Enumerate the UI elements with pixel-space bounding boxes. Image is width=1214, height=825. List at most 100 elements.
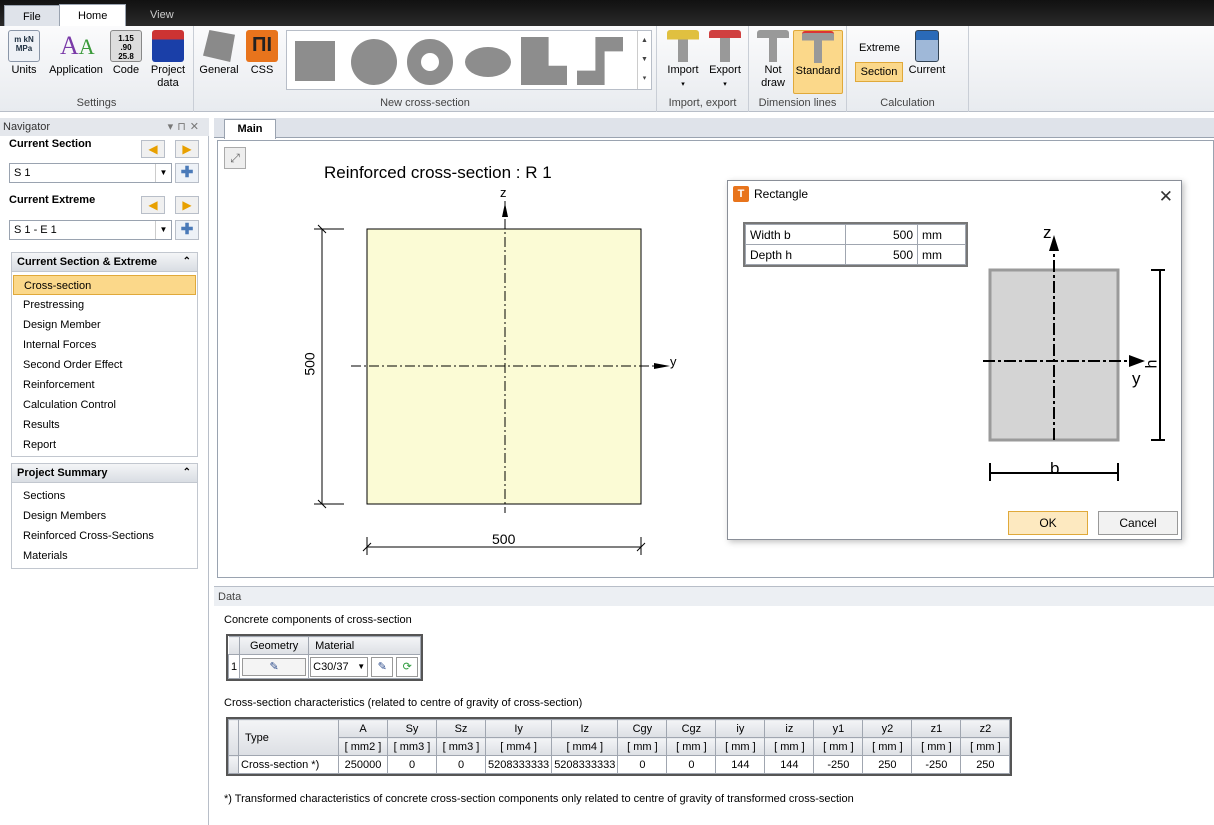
ok-button[interactable]: OK	[1008, 511, 1088, 535]
css-button[interactable]: ΠΙ CSS	[244, 30, 280, 77]
chevron-down-icon[interactable]: ▼	[155, 164, 171, 182]
rectangle-shape-icon[interactable]	[295, 41, 335, 81]
collapse-icon[interactable]: ⌃	[183, 253, 191, 271]
cell: 0	[436, 755, 486, 774]
nav-item-sections[interactable]: Sections	[13, 486, 196, 506]
standard-button[interactable]: Standard	[793, 30, 843, 94]
nav-item-internal-forces[interactable]: Internal Forces	[13, 335, 196, 355]
settings-group: m kN MPa Units AA Application 1.15.90 25.8…	[0, 26, 194, 112]
cell: 5208333333	[551, 755, 619, 774]
table-row[interactable]: Cross-section *) 250000 0 0 5208333333 5…	[228, 755, 1011, 774]
nav-item-second-order-effect[interactable]: Second Order Effect	[13, 355, 196, 375]
l-shape-icon[interactable]	[521, 37, 567, 85]
col-unit: [ mm ]	[862, 737, 913, 756]
cancel-button[interactable]: Cancel	[1098, 511, 1178, 535]
col-unit: [ mm ]	[813, 737, 864, 756]
diagram-h-label: h	[1143, 359, 1161, 369]
current-button[interactable]: Current	[907, 30, 947, 77]
refresh-icon[interactable]: ⟳	[396, 656, 419, 677]
export-button[interactable]: Export ▾	[705, 30, 745, 91]
application-button[interactable]: AA Application	[46, 30, 106, 77]
characteristics-grid: Type A Sy Sz Iy Iz Cgy Cgz iy iz y1 y2 z…	[226, 717, 1013, 776]
cell: 5208333333	[484, 755, 553, 774]
tab-main[interactable]: Main	[224, 119, 276, 139]
project-data-button[interactable]: Project data	[146, 30, 190, 90]
import-label: Import	[667, 64, 699, 76]
edit-geometry-button[interactable]: ✎	[239, 654, 310, 679]
import-button[interactable]: Import ▾	[663, 30, 703, 91]
nav-item-design-member[interactable]: Design Member	[13, 315, 196, 335]
main-tab-strip	[214, 118, 1214, 138]
close-icon[interactable]: ✕	[1159, 184, 1173, 210]
application-label: Application	[49, 64, 103, 76]
cell: 0	[666, 755, 717, 774]
col-header: Iy	[484, 719, 553, 738]
extreme-label: Extreme	[859, 42, 900, 54]
prev-section-button[interactable]: ◀	[141, 140, 165, 158]
settings-group-label: Settings	[76, 97, 117, 109]
nav-item-design-members[interactable]: Design Members	[13, 506, 196, 526]
panel-project-summary-header[interactable]: Project Summary ⌃	[11, 463, 198, 483]
tab-home[interactable]: Home	[59, 4, 127, 26]
prev-extreme-button[interactable]: ◀	[141, 196, 165, 214]
current-extreme-select[interactable]: S 1 - E 1 ▼	[9, 220, 172, 240]
depth-input[interactable]: 500	[845, 244, 918, 265]
panel-current-section-extreme-body: Cross-section Prestressing Design Member…	[11, 272, 198, 457]
y-axis-label: y	[670, 354, 677, 369]
width-input[interactable]: 500	[845, 224, 918, 245]
next-section-button[interactable]: ▶	[175, 140, 199, 158]
next-extreme-button[interactable]: ▶	[175, 196, 199, 214]
dimensions-grid: Width b 500 mm Depth h 500 mm	[743, 222, 968, 267]
nav-item-report[interactable]: Report	[13, 435, 196, 455]
nav-item-materials[interactable]: Materials	[13, 546, 196, 566]
diagram-z-label: z	[1043, 223, 1052, 242]
nav-item-calculation-control[interactable]: Calculation Control	[13, 395, 196, 415]
shape-gallery: ▲ ▼ ▾	[286, 30, 652, 90]
nav-item-results[interactable]: Results	[13, 415, 196, 435]
col-unit: [ mm4 ]	[484, 737, 553, 756]
col-header: Sy	[387, 719, 437, 738]
col-header: Iz	[551, 719, 619, 738]
pencil-icon[interactable]: ✎	[242, 657, 307, 676]
concrete-components-title: Concrete components of cross-section	[224, 614, 412, 626]
nav-item-prestressing[interactable]: Prestressing	[13, 295, 196, 315]
height-dimension-label: 500	[301, 352, 318, 376]
edit-material-button[interactable]: ✎	[371, 656, 394, 677]
code-label: Code	[112, 64, 140, 76]
general-button[interactable]: General	[198, 30, 240, 77]
col-unit: [ mm ]	[715, 737, 766, 756]
nav-item-reinforcement[interactable]: Reinforcement	[13, 375, 196, 395]
chevron-down-icon[interactable]: ▼	[155, 221, 171, 239]
ellipse-shape-icon[interactable]	[465, 47, 511, 77]
tab-file[interactable]: File	[4, 5, 60, 27]
tab-view[interactable]: View	[132, 4, 192, 26]
data-panel-header: Data	[214, 586, 1214, 606]
code-button[interactable]: 1.15.90 25.8 Code	[108, 30, 144, 77]
pin-close-icons[interactable]: ▾⊓✕	[168, 118, 203, 136]
add-section-button[interactable]: ✚	[175, 163, 199, 183]
gallery-scroll[interactable]: ▲ ▼ ▾	[637, 31, 651, 89]
current-section-select[interactable]: S 1 ▼	[9, 163, 172, 183]
dimension-lines-group-label: Dimension lines	[758, 97, 837, 109]
not-draw-button[interactable]: Not draw	[755, 30, 791, 90]
nav-item-cross-section[interactable]: Cross-section	[13, 275, 196, 295]
dialog-title-bar: T Rectangle ✕	[728, 181, 1181, 207]
material-select[interactable]: C30/37 ▼	[310, 656, 369, 677]
collapse-icon[interactable]: ⌃	[183, 464, 191, 482]
z-shape-icon[interactable]	[577, 37, 623, 85]
material-cell: C30/37 ▼ ✎ ⟳	[308, 654, 422, 679]
width-dimension-label: 500	[492, 531, 516, 547]
col-header: A	[338, 719, 388, 738]
add-extreme-button[interactable]: ✚	[175, 220, 199, 240]
nav-item-reinforced-cross-sections[interactable]: Reinforced Cross-Sections	[13, 526, 196, 546]
navigator-panel: Navigator ▾⊓✕ Current Section ◀ ▶ S 1 ▼ …	[0, 118, 209, 825]
width-label: Width b	[745, 224, 846, 245]
section-button[interactable]: Section	[855, 62, 903, 82]
css-label: CSS	[250, 64, 274, 76]
panel-current-section-extreme-header[interactable]: Current Section & Extreme ⌃	[11, 252, 198, 272]
circle-shape-icon[interactable]	[351, 39, 397, 85]
col-header: Cgz	[666, 719, 717, 738]
annulus-shape-icon[interactable]	[407, 39, 453, 85]
units-button[interactable]: m kN MPa Units	[6, 30, 42, 77]
not-draw-label-2: draw	[761, 77, 785, 89]
